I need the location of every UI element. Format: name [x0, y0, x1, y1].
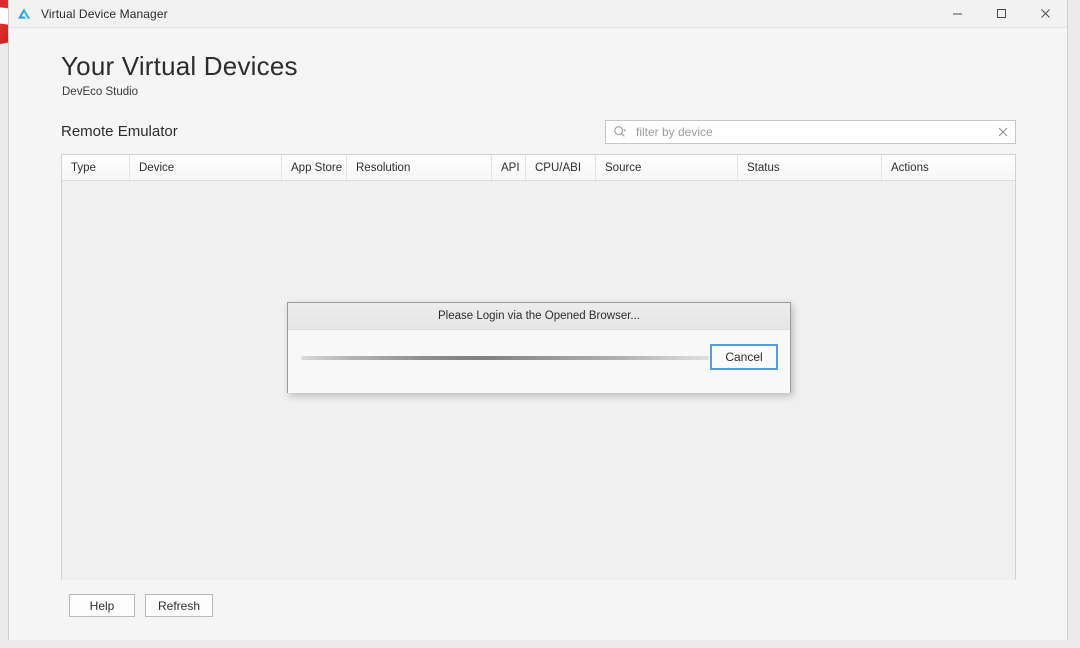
deveco-logo-icon	[16, 6, 32, 22]
window-titlebar: Virtual Device Manager	[9, 0, 1067, 28]
refresh-button[interactable]: Refresh	[145, 594, 213, 617]
table-column-header[interactable]: Device	[130, 155, 282, 180]
dialog-title: Please Login via the Opened Browser...	[438, 310, 640, 322]
close-button[interactable]	[1023, 0, 1067, 27]
maximize-button[interactable]	[979, 0, 1023, 27]
minimize-button[interactable]	[935, 0, 979, 27]
window-controls	[935, 0, 1067, 27]
window-title: Virtual Device Manager	[41, 7, 168, 21]
virtual-device-manager-window: Virtual Device Manager Your Virtual Devi…	[8, 0, 1068, 640]
table-column-header[interactable]: App Store	[282, 155, 347, 180]
table-header-row: TypeDeviceApp StoreResolutionAPICPU/ABIS…	[62, 155, 1015, 181]
search-input[interactable]	[634, 124, 991, 140]
table-column-header[interactable]: CPU/ABI	[526, 155, 596, 180]
table-column-header[interactable]: Actions	[882, 155, 1015, 180]
table-column-header[interactable]: API	[492, 155, 526, 180]
dialog-body: Cancel	[288, 330, 790, 393]
section-title-remote-emulator: Remote Emulator	[61, 123, 178, 140]
table-column-header[interactable]: Source	[596, 155, 738, 180]
filter-search-box[interactable]	[605, 120, 1016, 144]
login-progress-bar	[301, 356, 709, 360]
dialog-titlebar: Please Login via the Opened Browser...	[288, 303, 790, 330]
cancel-button[interactable]: Cancel	[710, 344, 778, 370]
page-subtitle: DevEco Studio	[62, 86, 138, 98]
help-button[interactable]: Help	[69, 594, 135, 617]
table-column-header[interactable]: Resolution	[347, 155, 492, 180]
footer-actions: Help Refresh	[69, 594, 213, 617]
search-dropdown-icon[interactable]	[613, 125, 627, 139]
progress-indicator	[301, 356, 709, 360]
table-column-header[interactable]: Type	[62, 155, 130, 180]
table-column-header[interactable]: Status	[738, 155, 882, 180]
login-progress-dialog: Please Login via the Opened Browser... C…	[287, 302, 791, 393]
window-content: Your Virtual Devices DevEco Studio Remot…	[9, 28, 1067, 640]
close-icon[interactable]	[991, 121, 1015, 143]
page-title: Your Virtual Devices	[61, 51, 298, 82]
